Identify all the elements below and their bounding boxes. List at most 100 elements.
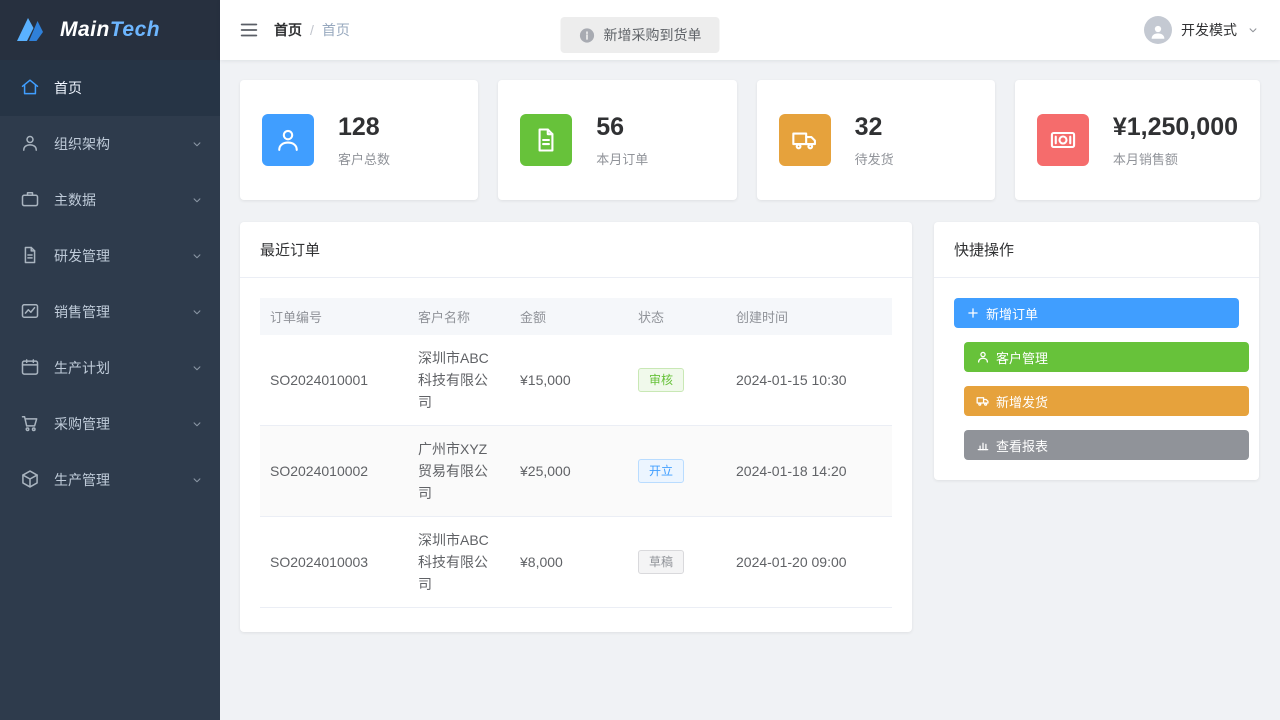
sidebar: MainTech 首页 组织架构 主数据 研发管理 销售管理 生 bbox=[0, 0, 220, 720]
sidebar-item-label: 研发管理 bbox=[54, 246, 190, 266]
user-icon bbox=[20, 133, 42, 155]
order-amount: ¥15,000 bbox=[510, 335, 628, 426]
sidebar-item-purchase[interactable]: 采购管理 bbox=[0, 396, 220, 452]
order-customer: 深圳市ABC科技有限公司 bbox=[408, 335, 510, 426]
table-row: SO2024010002 广州市XYZ贸易有限公司 ¥25,000 开立 202… bbox=[260, 426, 892, 517]
new-order-button[interactable]: 新增订单 bbox=[954, 298, 1239, 328]
sidebar-item-sales[interactable]: 销售管理 bbox=[0, 284, 220, 340]
stat-value: 128 bbox=[338, 113, 390, 142]
recent-orders-panel: 最近订单 订单编号 客户名称 金额 状态 创建时间 bbox=[240, 222, 912, 632]
status-badge: 开立 bbox=[638, 459, 684, 483]
table-header-row: 订单编号 客户名称 金额 状态 创建时间 bbox=[260, 298, 892, 335]
table-row: SO2024010001 深圳市ABC科技有限公司 ¥15,000 审核 202… bbox=[260, 335, 892, 426]
brand-name-tech: Tech bbox=[110, 18, 160, 41]
trend-chart-icon bbox=[20, 301, 42, 323]
stat-card-pending-shipments: 32 待发货 bbox=[757, 80, 995, 200]
stat-label: 客户总数 bbox=[338, 149, 390, 168]
stat-card-customers: 128 客户总数 bbox=[240, 80, 478, 200]
sidebar-item-home[interactable]: 首页 bbox=[0, 60, 220, 116]
calendar-icon bbox=[20, 357, 42, 379]
brand-name: MainTech bbox=[60, 18, 160, 42]
brand-logo: MainTech bbox=[0, 0, 220, 60]
stat-label: 本月订单 bbox=[596, 149, 648, 168]
cart-icon bbox=[20, 413, 42, 435]
column-order-no: 订单编号 bbox=[260, 298, 408, 335]
chevron-down-icon bbox=[190, 137, 204, 151]
new-shipment-button[interactable]: 新增发货 bbox=[964, 386, 1249, 416]
customer-management-label: 客户管理 bbox=[996, 348, 1048, 367]
sidebar-item-label: 生产计划 bbox=[54, 358, 190, 378]
stat-card-monthly-sales: ¥1,250,000 本月销售额 bbox=[1015, 80, 1260, 200]
order-no: SO2024010003 bbox=[260, 517, 408, 608]
new-purchase-arrival-label: 新增采购到货单 bbox=[604, 25, 702, 45]
sidebar-item-org[interactable]: 组织架构 bbox=[0, 116, 220, 172]
column-created: 创建时间 bbox=[726, 298, 892, 335]
info-icon bbox=[579, 27, 596, 44]
column-customer: 客户名称 bbox=[408, 298, 510, 335]
stat-cards: 128 客户总数 56 本月订单 32 待发货 bbox=[240, 80, 1260, 200]
order-no: SO2024010001 bbox=[260, 335, 408, 426]
chevron-down-icon bbox=[1246, 23, 1260, 37]
stat-label: 待发货 bbox=[855, 149, 894, 168]
truck-icon bbox=[779, 114, 831, 166]
customer-management-button[interactable]: 客户管理 bbox=[964, 342, 1249, 372]
top-header: 首页 / 首页 新增采购到货单 开发模式 bbox=[220, 0, 1280, 60]
chevron-down-icon bbox=[190, 417, 204, 431]
sidebar-item-production-plan[interactable]: 生产计划 bbox=[0, 340, 220, 396]
breadcrumb-separator: / bbox=[310, 22, 314, 38]
hamburger-icon[interactable] bbox=[238, 19, 260, 41]
view-reports-label: 查看报表 bbox=[996, 436, 1048, 455]
stat-value: 32 bbox=[855, 113, 894, 142]
user-menu[interactable]: 开发模式 bbox=[1144, 16, 1260, 44]
orders-table: 订单编号 客户名称 金额 状态 创建时间 SO2024010001 深圳市ABC… bbox=[260, 298, 892, 608]
breadcrumb-home[interactable]: 首页 bbox=[274, 20, 302, 40]
sidebar-item-label: 销售管理 bbox=[54, 302, 190, 322]
view-reports-button[interactable]: 查看报表 bbox=[964, 430, 1249, 460]
sidebar-item-label: 组织架构 bbox=[54, 134, 190, 154]
avatar bbox=[1144, 16, 1172, 44]
quick-actions-panel: 快捷操作 新增订单 客户管理 新增发货 bbox=[934, 222, 1259, 480]
user-mode-label: 开发模式 bbox=[1181, 20, 1237, 40]
breadcrumb-current: 首页 bbox=[322, 20, 350, 40]
sidebar-item-label: 主数据 bbox=[54, 190, 190, 210]
new-order-label: 新增订单 bbox=[986, 304, 1038, 323]
stat-label: 本月销售额 bbox=[1113, 149, 1238, 168]
quick-actions-title: 快捷操作 bbox=[934, 222, 1259, 278]
truck-icon bbox=[976, 394, 990, 408]
chevron-down-icon bbox=[190, 249, 204, 263]
chevron-down-icon bbox=[190, 473, 204, 487]
stat-card-monthly-orders: 56 本月订单 bbox=[498, 80, 736, 200]
order-customer: 广州市XYZ贸易有限公司 bbox=[408, 426, 510, 517]
sidebar-item-masterdata[interactable]: 主数据 bbox=[0, 172, 220, 228]
sidebar-menu: 首页 组织架构 主数据 研发管理 销售管理 生产计划 bbox=[0, 60, 220, 508]
new-purchase-arrival-button[interactable]: 新增采购到货单 bbox=[561, 17, 720, 53]
order-created: 2024-01-15 10:30 bbox=[726, 335, 892, 426]
briefcase-icon bbox=[20, 189, 42, 211]
user-icon bbox=[976, 350, 990, 364]
column-amount: 金额 bbox=[510, 298, 628, 335]
home-icon bbox=[20, 77, 42, 99]
order-created: 2024-01-18 14:20 bbox=[726, 426, 892, 517]
report-icon bbox=[976, 438, 990, 452]
stat-value: 56 bbox=[596, 113, 648, 142]
box-icon bbox=[20, 469, 42, 491]
order-amount: ¥8,000 bbox=[510, 517, 628, 608]
main-content: 128 客户总数 56 本月订单 32 待发货 bbox=[220, 60, 1280, 720]
sidebar-item-label: 生产管理 bbox=[54, 470, 190, 490]
sidebar-item-label: 首页 bbox=[54, 78, 204, 98]
chevron-down-icon bbox=[190, 361, 204, 375]
chevron-down-icon bbox=[190, 193, 204, 207]
plus-icon bbox=[966, 306, 980, 320]
chevron-down-icon bbox=[190, 305, 204, 319]
status-badge: 草稿 bbox=[638, 550, 684, 574]
sidebar-item-label: 采购管理 bbox=[54, 414, 190, 434]
stat-value: ¥1,250,000 bbox=[1113, 113, 1238, 142]
sidebar-item-rd[interactable]: 研发管理 bbox=[0, 228, 220, 284]
order-customer: 深圳市ABC科技有限公司 bbox=[408, 517, 510, 608]
document-icon bbox=[20, 245, 42, 267]
document-icon bbox=[520, 114, 572, 166]
new-shipment-label: 新增发货 bbox=[996, 392, 1048, 411]
sidebar-item-production[interactable]: 生产管理 bbox=[0, 452, 220, 508]
order-amount: ¥25,000 bbox=[510, 426, 628, 517]
user-icon bbox=[262, 114, 314, 166]
